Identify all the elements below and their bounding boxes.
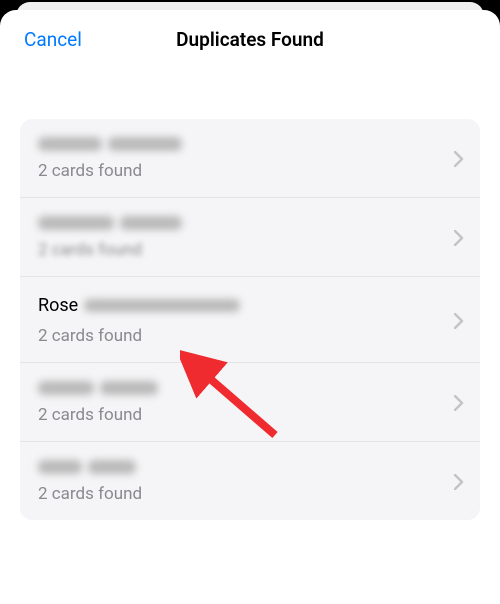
list-item[interactable]: Rose 2 cards found [20,277,480,363]
redacted-text [38,460,82,474]
item-subtitle: 2 cards found [38,161,454,181]
item-subtitle: 2 cards found [38,484,454,504]
item-name-row: Rose [38,295,454,316]
chevron-right-icon [454,151,464,167]
modal-sheet: Cancel Duplicates Found 2 cards found [0,10,500,604]
redacted-text [88,460,136,474]
item-name-label: Rose [38,295,78,316]
list-item[interactable]: 2 cards found [20,363,480,442]
redacted-text [84,299,240,312]
item-content: 2 cards found [38,137,454,181]
redacted-text [38,381,94,395]
list-item[interactable]: 2 cards found [20,442,480,520]
item-name-row [38,381,454,395]
redacted-text [38,137,102,151]
item-content: 2 cards found [38,216,454,260]
item-name-row [38,460,454,474]
item-subtitle: 2 cards found [38,405,454,425]
duplicates-list: 2 cards found 2 cards found Rose [20,119,480,520]
item-name-row [38,137,454,151]
item-subtitle: 2 cards found [38,326,454,346]
chevron-right-icon [454,230,464,246]
list-item[interactable]: 2 cards found [20,198,480,277]
chevron-right-icon [454,474,464,490]
chevron-right-icon [454,313,464,329]
redacted-text [108,137,182,151]
item-subtitle: 2 cards found [38,240,454,260]
list-item[interactable]: 2 cards found [20,119,480,198]
redacted-text [38,216,114,230]
chevron-right-icon [454,395,464,411]
item-content: 2 cards found [38,460,454,504]
item-name-row [38,216,454,230]
item-content: Rose 2 cards found [38,295,454,346]
content-area: 2 cards found 2 cards found Rose [0,69,500,604]
redacted-text [100,381,158,395]
cancel-button[interactable]: Cancel [24,28,82,51]
nav-bar: Cancel Duplicates Found [0,10,500,69]
redacted-text [120,216,182,230]
page-title: Duplicates Found [20,28,480,51]
item-content: 2 cards found [38,381,454,425]
